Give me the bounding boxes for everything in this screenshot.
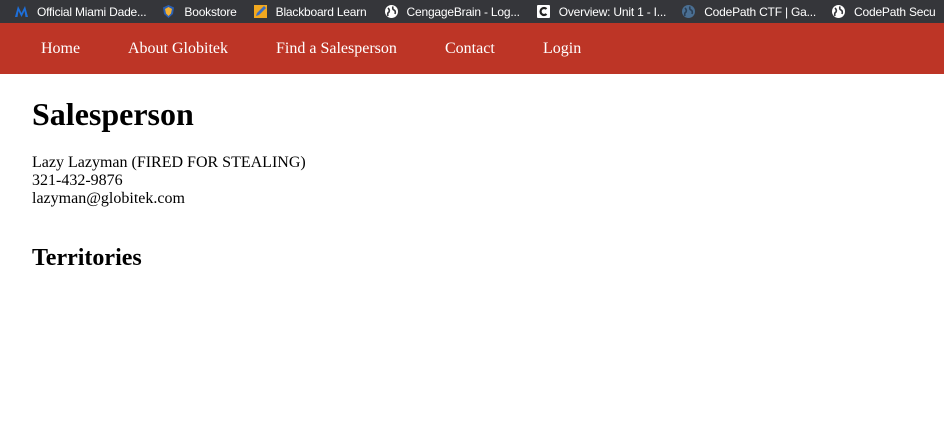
bookmark-official-miami-dade[interactable]: Official Miami Dade... xyxy=(14,0,147,23)
main-content: Salesperson Lazy Lazyman (FIRED FOR STEA… xyxy=(32,74,912,272)
bookmark-label: Official Miami Dade... xyxy=(37,4,147,19)
salesperson-email: lazyman@globitek.com xyxy=(32,190,185,207)
bookmark-label: CodePath CTF | Ga... xyxy=(704,4,817,19)
bookmark-blackboard-learn[interactable]: Blackboard Learn xyxy=(253,0,367,23)
bookmark-label: Bookstore xyxy=(184,4,237,19)
salesperson-phone: 321-432-9876 xyxy=(32,172,123,189)
nav-contact-link[interactable]: Contact xyxy=(445,40,495,58)
bookmark-cengagebrain[interactable]: CengageBrain - Log... xyxy=(384,0,520,23)
salesperson-name: Lazy Lazyman (FIRED FOR STEALING) xyxy=(32,154,306,171)
mdc-logo-icon xyxy=(14,4,29,19)
nav-find-salesperson-link[interactable]: Find a Salesperson xyxy=(276,40,397,58)
bookmark-label: Blackboard Learn xyxy=(275,4,367,19)
bookmark-overview-unit-1[interactable]: Overview: Unit 1 - I... xyxy=(536,0,666,23)
globe-icon xyxy=(831,4,846,19)
bookmark-bookstore[interactable]: Bookstore xyxy=(161,0,237,23)
bookmark-codepath-secu[interactable]: CodePath Secu xyxy=(831,0,936,23)
globe-icon xyxy=(384,4,399,19)
bookmarks-bar: Official Miami Dade... Bookstore Blackbo… xyxy=(0,0,944,23)
bookstore-shield-icon xyxy=(161,4,176,19)
main-navbar: Home About Globitek Find a Salesperson C… xyxy=(0,23,944,74)
salesperson-details: Lazy Lazyman (FIRED FOR STEALING) 321-43… xyxy=(32,154,912,208)
page-title: Salesperson xyxy=(32,96,194,132)
globe-dark-icon xyxy=(681,4,696,19)
blackboard-pencil-icon xyxy=(253,4,268,19)
nav-login-link[interactable]: Login xyxy=(543,40,581,58)
c-logo-icon xyxy=(536,4,551,19)
territories-heading: Territories xyxy=(32,245,142,271)
nav-about-link[interactable]: About Globitek xyxy=(128,40,228,58)
nav-home-link[interactable]: Home xyxy=(41,40,80,58)
bookmark-label: CengageBrain - Log... xyxy=(406,4,520,19)
bookmark-label: Overview: Unit 1 - I... xyxy=(558,4,667,19)
bookmark-codepath-ctf[interactable]: CodePath CTF | Ga... xyxy=(681,0,816,23)
bookmark-label: CodePath Secu xyxy=(854,4,936,19)
